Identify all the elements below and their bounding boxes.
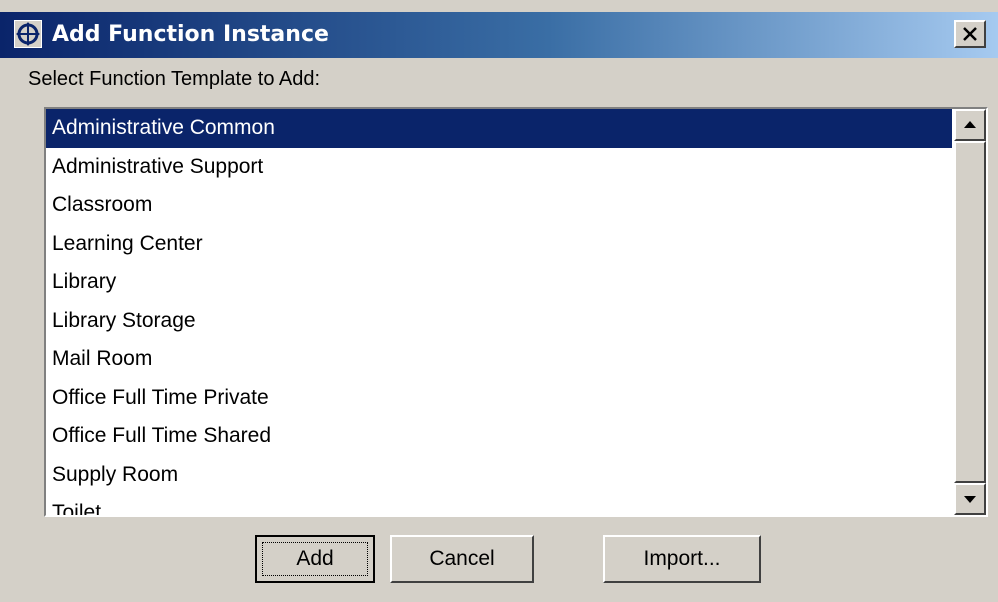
scrollbar-thumb[interactable] <box>954 141 986 483</box>
list-item[interactable]: Mail Room <box>46 340 952 379</box>
scroll-down-button[interactable] <box>954 483 986 515</box>
close-button[interactable] <box>954 20 986 48</box>
add-function-instance-dialog: Add Function Instance Select Function Te… <box>0 0 998 602</box>
list-item[interactable]: Learning Center <box>46 225 952 264</box>
list-item[interactable]: Supply Room <box>46 456 952 495</box>
import-button[interactable]: Import... <box>603 535 761 583</box>
list-item[interactable]: Library Storage <box>46 302 952 341</box>
close-x-icon <box>963 27 977 41</box>
scroll-up-button[interactable] <box>954 109 986 141</box>
select-template-label: Select Function Template to Add: <box>28 68 321 90</box>
cancel-button[interactable]: Cancel <box>390 535 534 583</box>
vertical-scrollbar[interactable] <box>954 109 986 515</box>
list-item[interactable]: Administrative Support <box>46 148 952 187</box>
dialog-title: Add Function Instance <box>52 22 329 47</box>
list-item[interactable]: Classroom <box>46 186 952 225</box>
move-crosshair-icon <box>14 20 42 48</box>
focus-rectangle <box>262 542 368 576</box>
arrow-down-icon <box>964 496 976 503</box>
import-button-label: Import... <box>643 547 721 570</box>
list-item[interactable]: Office Full Time Private <box>46 379 952 418</box>
list-item[interactable]: Toilet <box>46 494 952 515</box>
title-bar[interactable]: Add Function Instance <box>0 12 998 58</box>
add-button[interactable]: Add <box>255 535 375 583</box>
template-list: Administrative Common Administrative Sup… <box>46 109 952 515</box>
list-item[interactable]: Office Full Time Shared <box>46 417 952 456</box>
list-item[interactable]: Administrative Common <box>46 109 952 148</box>
function-template-listbox[interactable]: Administrative Common Administrative Sup… <box>44 107 988 517</box>
list-item[interactable]: Library <box>46 263 952 302</box>
cancel-button-label: Cancel <box>429 547 495 570</box>
arrow-up-icon <box>964 121 976 128</box>
